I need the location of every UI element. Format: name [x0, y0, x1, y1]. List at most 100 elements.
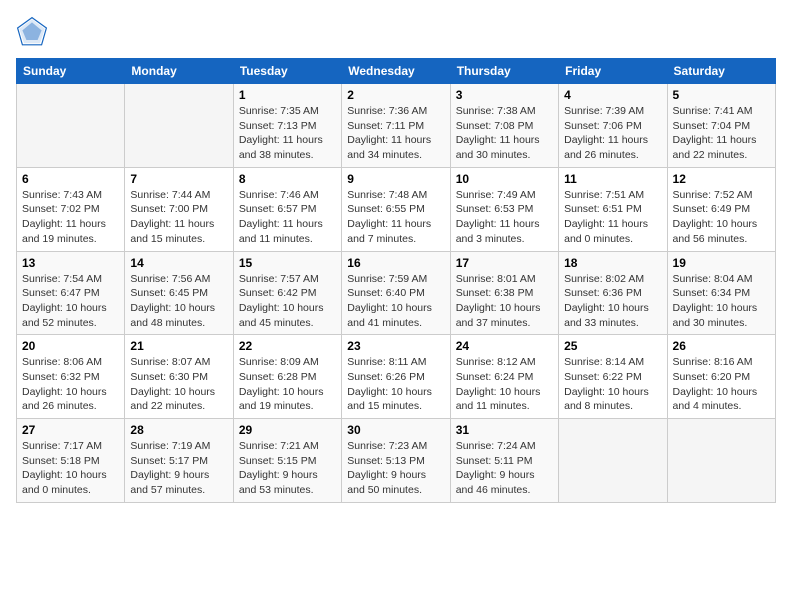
- week-row-3: 13 Sunrise: 7:54 AMSunset: 6:47 PMDayligh…: [17, 251, 776, 335]
- calendar-cell: 16 Sunrise: 7:59 AMSunset: 6:40 PMDayligh…: [342, 251, 450, 335]
- col-header-wednesday: Wednesday: [342, 59, 450, 84]
- day-number: 28: [130, 423, 227, 437]
- day-number: 17: [456, 256, 553, 270]
- day-detail: Sunrise: 7:39 AMSunset: 7:06 PMDaylight:…: [564, 104, 661, 163]
- day-detail: Sunrise: 7:19 AMSunset: 5:17 PMDaylight:…: [130, 439, 227, 498]
- calendar-cell: 18 Sunrise: 8:02 AMSunset: 6:36 PMDayligh…: [559, 251, 667, 335]
- col-header-thursday: Thursday: [450, 59, 558, 84]
- calendar-cell: 31Sunrise: 7:24 AMSunset: 5:11 PMDayligh…: [450, 419, 558, 503]
- day-number: 30: [347, 423, 444, 437]
- day-detail: Sunrise: 7:48 AMSunset: 6:55 PMDaylight:…: [347, 188, 444, 247]
- day-number: 13: [22, 256, 119, 270]
- day-detail: Sunrise: 7:21 AMSunset: 5:15 PMDaylight:…: [239, 439, 336, 498]
- day-number: 21: [130, 339, 227, 353]
- calendar-cell: 9 Sunrise: 7:48 AMSunset: 6:55 PMDaylight…: [342, 167, 450, 251]
- calendar-cell: 25 Sunrise: 8:14 AMSunset: 6:22 PMDayligh…: [559, 335, 667, 419]
- day-detail: Sunrise: 8:09 AMSunset: 6:28 PMDaylight:…: [239, 355, 336, 414]
- day-number: 14: [130, 256, 227, 270]
- day-detail: Sunrise: 8:02 AMSunset: 6:36 PMDaylight:…: [564, 272, 661, 331]
- day-detail: Sunrise: 8:01 AMSunset: 6:38 PMDaylight:…: [456, 272, 553, 331]
- calendar-cell: 4 Sunrise: 7:39 AMSunset: 7:06 PMDaylight…: [559, 84, 667, 168]
- day-number: 11: [564, 172, 661, 186]
- page-header: [16, 16, 776, 48]
- col-header-friday: Friday: [559, 59, 667, 84]
- calendar-cell: 28 Sunrise: 7:19 AMSunset: 5:17 PMDayligh…: [125, 419, 233, 503]
- calendar-cell: 5 Sunrise: 7:41 AMSunset: 7:04 PMDaylight…: [667, 84, 775, 168]
- calendar-cell: 11 Sunrise: 7:51 AMSunset: 6:51 PMDayligh…: [559, 167, 667, 251]
- day-detail: Sunrise: 8:16 AMSunset: 6:20 PMDaylight:…: [673, 355, 770, 414]
- day-detail: Sunrise: 7:36 AMSunset: 7:11 PMDaylight:…: [347, 104, 444, 163]
- day-number: 9: [347, 172, 444, 186]
- day-number: 15: [239, 256, 336, 270]
- day-detail: Sunrise: 7:59 AMSunset: 6:40 PMDaylight:…: [347, 272, 444, 331]
- day-detail: Sunrise: 7:24 AMSunset: 5:11 PMDaylight:…: [456, 439, 553, 498]
- day-number: 10: [456, 172, 553, 186]
- day-number: 16: [347, 256, 444, 270]
- day-detail: Sunrise: 8:04 AMSunset: 6:34 PMDaylight:…: [673, 272, 770, 331]
- calendar-cell: 3 Sunrise: 7:38 AMSunset: 7:08 PMDaylight…: [450, 84, 558, 168]
- calendar-cell: 12 Sunrise: 7:52 AMSunset: 6:49 PMDayligh…: [667, 167, 775, 251]
- day-number: 26: [673, 339, 770, 353]
- calendar-cell: [17, 84, 125, 168]
- calendar-cell: 1 Sunrise: 7:35 AMSunset: 7:13 PMDaylight…: [233, 84, 341, 168]
- calendar-cell: 26 Sunrise: 8:16 AMSunset: 6:20 PMDayligh…: [667, 335, 775, 419]
- calendar-cell: 6Sunrise: 7:43 AMSunset: 7:02 PMDaylight…: [17, 167, 125, 251]
- col-header-sunday: Sunday: [17, 59, 125, 84]
- col-header-monday: Monday: [125, 59, 233, 84]
- calendar-cell: 23Sunrise: 8:11 AMSunset: 6:26 PMDayligh…: [342, 335, 450, 419]
- week-row-2: 6Sunrise: 7:43 AMSunset: 7:02 PMDaylight…: [17, 167, 776, 251]
- day-detail: Sunrise: 7:41 AMSunset: 7:04 PMDaylight:…: [673, 104, 770, 163]
- calendar-cell: [559, 419, 667, 503]
- day-detail: Sunrise: 7:57 AMSunset: 6:42 PMDaylight:…: [239, 272, 336, 331]
- day-number: 22: [239, 339, 336, 353]
- day-detail: Sunrise: 7:23 AMSunset: 5:13 PMDaylight:…: [347, 439, 444, 498]
- day-detail: Sunrise: 8:14 AMSunset: 6:22 PMDaylight:…: [564, 355, 661, 414]
- day-detail: Sunrise: 7:56 AMSunset: 6:45 PMDaylight:…: [130, 272, 227, 331]
- day-number: 4: [564, 88, 661, 102]
- day-number: 1: [239, 88, 336, 102]
- day-detail: Sunrise: 7:38 AMSunset: 7:08 PMDaylight:…: [456, 104, 553, 163]
- day-number: 3: [456, 88, 553, 102]
- calendar-cell: 30 Sunrise: 7:23 AMSunset: 5:13 PMDayligh…: [342, 419, 450, 503]
- day-number: 20: [22, 339, 119, 353]
- col-header-tuesday: Tuesday: [233, 59, 341, 84]
- calendar-cell: 21 Sunrise: 8:07 AMSunset: 6:30 PMDayligh…: [125, 335, 233, 419]
- day-number: 12: [673, 172, 770, 186]
- week-row-5: 27 Sunrise: 7:17 AMSunset: 5:18 PMDayligh…: [17, 419, 776, 503]
- day-detail: Sunrise: 7:51 AMSunset: 6:51 PMDaylight:…: [564, 188, 661, 247]
- calendar-cell: 24Sunrise: 8:12 AMSunset: 6:24 PMDayligh…: [450, 335, 558, 419]
- calendar-cell: 22 Sunrise: 8:09 AMSunset: 6:28 PMDayligh…: [233, 335, 341, 419]
- col-header-saturday: Saturday: [667, 59, 775, 84]
- calendar-cell: 29 Sunrise: 7:21 AMSunset: 5:15 PMDayligh…: [233, 419, 341, 503]
- day-number: 27: [22, 423, 119, 437]
- day-detail: Sunrise: 7:49 AMSunset: 6:53 PMDaylight:…: [456, 188, 553, 247]
- day-number: 29: [239, 423, 336, 437]
- day-detail: Sunrise: 7:35 AMSunset: 7:13 PMDaylight:…: [239, 104, 336, 163]
- calendar-cell: 15 Sunrise: 7:57 AMSunset: 6:42 PMDayligh…: [233, 251, 341, 335]
- week-row-1: 1 Sunrise: 7:35 AMSunset: 7:13 PMDaylight…: [17, 84, 776, 168]
- day-detail: Sunrise: 7:54 AMSunset: 6:47 PMDaylight:…: [22, 272, 119, 331]
- logo: [16, 16, 52, 48]
- day-number: 8: [239, 172, 336, 186]
- logo-icon: [16, 16, 48, 48]
- calendar-cell: 2 Sunrise: 7:36 AMSunset: 7:11 PMDaylight…: [342, 84, 450, 168]
- day-detail: Sunrise: 8:07 AMSunset: 6:30 PMDaylight:…: [130, 355, 227, 414]
- calendar-cell: 13 Sunrise: 7:54 AMSunset: 6:47 PMDayligh…: [17, 251, 125, 335]
- day-number: 5: [673, 88, 770, 102]
- day-number: 18: [564, 256, 661, 270]
- day-number: 2: [347, 88, 444, 102]
- day-number: 23: [347, 339, 444, 353]
- calendar-table: SundayMondayTuesdayWednesdayThursdayFrid…: [16, 58, 776, 503]
- day-detail: Sunrise: 8:06 AMSunset: 6:32 PMDaylight:…: [22, 355, 119, 414]
- day-number: 19: [673, 256, 770, 270]
- calendar-cell: 17 Sunrise: 8:01 AMSunset: 6:38 PMDayligh…: [450, 251, 558, 335]
- day-number: 7: [130, 172, 227, 186]
- day-detail: Sunrise: 7:44 AMSunset: 7:00 PMDaylight:…: [130, 188, 227, 247]
- day-detail: Sunrise: 7:17 AMSunset: 5:18 PMDaylight:…: [22, 439, 119, 498]
- week-row-4: 20 Sunrise: 8:06 AMSunset: 6:32 PMDayligh…: [17, 335, 776, 419]
- calendar-cell: 19 Sunrise: 8:04 AMSunset: 6:34 PMDayligh…: [667, 251, 775, 335]
- day-number: 25: [564, 339, 661, 353]
- day-detail: Sunrise: 7:46 AMSunset: 6:57 PMDaylight:…: [239, 188, 336, 247]
- day-detail: Sunrise: 7:52 AMSunset: 6:49 PMDaylight:…: [673, 188, 770, 247]
- calendar-cell: 10 Sunrise: 7:49 AMSunset: 6:53 PMDayligh…: [450, 167, 558, 251]
